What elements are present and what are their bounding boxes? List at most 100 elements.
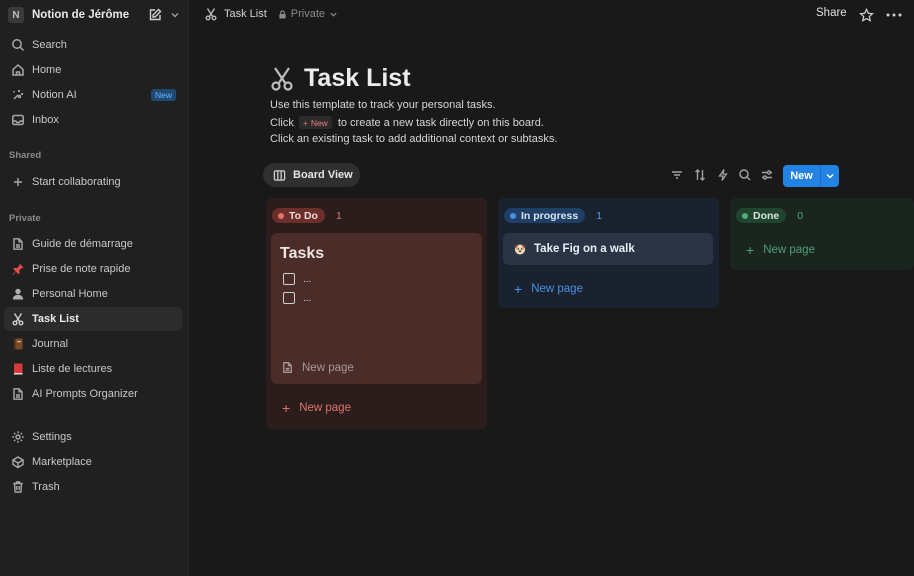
home-icon [10,62,26,78]
more-options-icon[interactable] [885,6,903,24]
description-line-1: Use this template to track your personal… [270,99,496,111]
add-new-page-button[interactable]: + New page [282,400,351,416]
red-book-icon [10,361,26,377]
workspace-logo: N [8,7,24,23]
sidebar-item-start-collaborating[interactable]: Start collaborating [4,170,182,194]
column-count: 0 [797,209,804,222]
sidebar-item-label: Settings [32,431,72,443]
new-button[interactable]: New [783,165,839,187]
trash-icon [10,479,26,495]
add-new-page-label: New page [531,283,583,295]
sidebar-item-label: Prise de note rapide [32,263,131,275]
search-icon[interactable] [738,168,752,182]
plus-icon: + [302,117,308,128]
sidebar-item-search[interactable]: Search [4,33,182,57]
tab-label: Board View [293,169,353,181]
todo-checkbox[interactable] [283,292,295,304]
sidebar-item-personal-home[interactable]: Personal Home [4,282,182,306]
privacy-selector[interactable]: Private [278,8,338,20]
status-label: Done [753,209,780,222]
gear-icon [10,429,26,445]
private-section-label: Private [9,213,41,224]
sidebar-item-label: Home [32,64,62,76]
add-new-page-button[interactable]: + New page [514,281,583,297]
sidebar-item-home[interactable]: Home [4,58,182,82]
sidebar-item-label: Personal Home [32,288,108,300]
lock-icon [279,9,286,19]
board-card[interactable]: Take Fig on a walk [503,233,713,265]
shared-section-label: Shared [9,150,42,161]
dog-face-icon [515,244,525,255]
scissors-icon [271,67,293,91]
card-title: Take Fig on a walk [534,243,635,255]
search-icon [10,37,26,53]
star-icon[interactable] [857,6,875,24]
filter-icon[interactable] [670,168,684,182]
sidebar-item-quick-note[interactable]: Prise de note rapide [4,257,182,281]
sidebar-item-inbox[interactable]: Inbox [4,108,182,132]
document-icon [283,362,292,373]
chevron-down-icon[interactable] [167,7,183,23]
status-label: To Do [289,209,318,222]
sidebar-item-marketplace[interactable]: Marketplace [4,450,182,474]
add-new-page-button[interactable]: + New page [746,242,815,258]
new-badge: New [150,89,176,101]
board-column-in-progress: In progress 1 Take Fig on a walk + New p… [498,198,719,308]
board-card[interactable]: Tasks ... ... New page [271,233,482,384]
sidebar-item-label: Trash [32,481,60,493]
status-badge: To Do [272,208,325,223]
sidebar-item-journal[interactable]: Journal [4,332,182,356]
column-header[interactable]: In progress 1 [504,208,602,223]
sidebar-item-task-list[interactable]: Task List [4,307,182,331]
sidebar-item-label: Marketplace [32,456,92,468]
settings-sliders-icon[interactable] [760,168,774,182]
description-text: to create a new task directly on this bo… [337,116,544,129]
marketplace-icon [10,454,26,470]
add-new-page-label: New page [763,244,815,256]
new-page-icon[interactable] [147,7,163,23]
column-header[interactable]: Done 0 [736,208,803,223]
status-dot [278,212,284,219]
board-view-icon [273,169,286,181]
pushpin-icon [10,261,26,277]
sidebar-item-ai-prompts[interactable]: AI Prompts Organizer [4,382,182,406]
breadcrumb[interactable]: Task List Private [204,7,338,21]
column-count: 1 [335,209,342,222]
workspace-name: Notion de Jérôme [32,9,130,21]
todo-text: ... [303,292,312,304]
plus-icon: + [282,400,291,416]
card-new-page[interactable]: New page [281,361,354,374]
notebook-icon [10,336,26,352]
sidebar-item-guide[interactable]: Guide de démarrage [4,232,182,256]
todo-checkbox[interactable] [283,273,295,285]
plus-icon: + [746,242,755,258]
person-icon [10,286,26,302]
status-badge: In progress [504,208,586,223]
sidebar-item-label: Guide de démarrage [32,238,133,250]
workspace-switcher[interactable]: N Notion de Jérôme [8,5,183,25]
add-new-page-label: New page [299,402,351,414]
sidebar-item-trash[interactable]: Trash [4,475,182,499]
document-icon [10,386,26,402]
share-button[interactable]: Share [816,7,847,19]
document-icon [10,236,26,252]
inline-new-chip: + New [298,116,332,129]
lightning-icon[interactable] [716,168,730,182]
sidebar-item-label: Journal [32,338,69,350]
sort-icon[interactable] [693,168,707,182]
inline-new-label: New [310,117,328,128]
sidebar-item-notion-ai[interactable]: Notion AI New [4,83,182,107]
sidebar-item-reading-list[interactable]: Liste de lectures [4,357,182,381]
sidebar-item-label: Liste de lectures [32,363,113,375]
sidebar-item-label: Search [32,39,67,51]
new-button-label: New [790,170,813,182]
status-badge: Done [736,208,787,223]
scissors-icon [10,311,26,327]
tab-board-view[interactable]: Board View [263,163,360,187]
todo-text: ... [303,273,312,285]
sidebar-item-settings[interactable]: Settings [4,425,182,449]
privacy-label: Private [290,8,326,20]
column-header[interactable]: To Do 1 [272,208,342,223]
sidebar-item-label: AI Prompts Organizer [32,388,138,400]
chevron-down-icon[interactable] [821,171,839,181]
